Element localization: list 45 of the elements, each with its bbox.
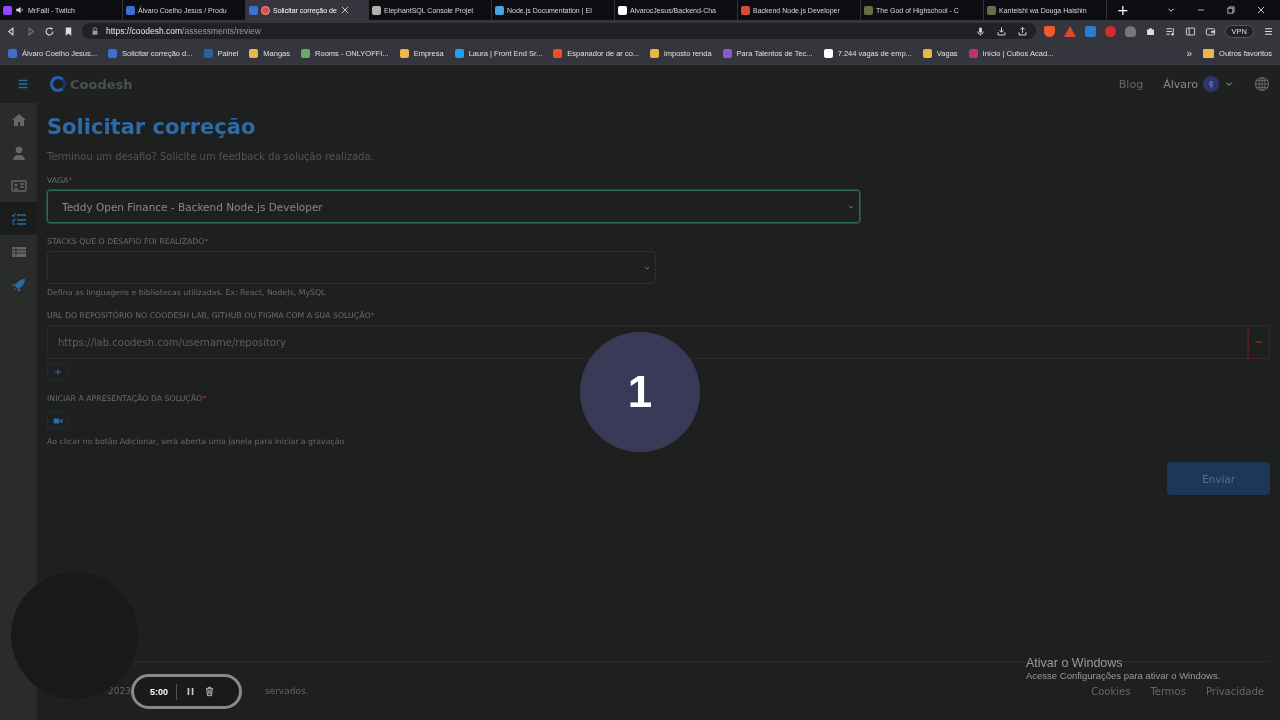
plus-icon xyxy=(52,366,63,377)
select-field[interactable]: Teddy Open Finance - Backend Node.js Developer xyxy=(47,190,860,223)
url-input[interactable]: https://lab.coodesh.com/username/repository xyxy=(47,325,1248,359)
url-text: https://coodesh.com/assessments/review xyxy=(106,26,261,36)
folder-icon xyxy=(1203,48,1215,58)
microphone-icon[interactable] xyxy=(974,25,986,37)
forward-icon[interactable] xyxy=(25,25,36,37)
close-icon[interactable] xyxy=(339,5,350,15)
playlist-icon[interactable] xyxy=(1164,25,1176,37)
trash-icon[interactable] xyxy=(204,686,215,697)
checklist-icon xyxy=(10,210,27,227)
new-tab-button[interactable]: + xyxy=(1107,0,1139,20)
sidebar-item[interactable] xyxy=(0,202,37,235)
shield-icon[interactable] xyxy=(1043,25,1055,37)
activation-text: Acesse Configurações para ativar o Windows. xyxy=(1026,670,1221,681)
wallet-icon[interactable] xyxy=(1204,25,1216,37)
recording-icon xyxy=(261,5,270,15)
home-icon xyxy=(10,111,27,128)
record-button[interactable] xyxy=(47,412,68,429)
id-card-icon xyxy=(10,177,27,194)
select-field[interactable] xyxy=(47,251,656,284)
more-bookmarks-button[interactable]: » xyxy=(1186,47,1193,59)
menu-icon[interactable] xyxy=(1263,25,1274,37)
pause-icon[interactable] xyxy=(185,686,196,697)
close-icon[interactable] xyxy=(1256,5,1266,15)
user-icon xyxy=(10,144,27,161)
page-title: Solicitar correção xyxy=(47,115,257,139)
record-icon[interactable] xyxy=(1104,25,1116,37)
sidebar-icon[interactable] xyxy=(1184,25,1196,37)
footer-text: 2023 xyxy=(108,686,131,696)
reload-icon[interactable] xyxy=(44,25,55,37)
address-bar[interactable]: https://coodesh.com/assessments/review xyxy=(82,23,1036,39)
bookmark-icon[interactable] xyxy=(63,25,74,37)
logo-icon xyxy=(50,76,66,92)
share-icon[interactable] xyxy=(1016,25,1028,37)
footer-text: servados. xyxy=(264,686,309,696)
rocket-icon xyxy=(10,276,27,293)
countdown-badge: 1 xyxy=(580,332,700,452)
globe-icon[interactable] xyxy=(1254,76,1270,92)
lock-icon xyxy=(90,26,100,36)
restore-icon[interactable] xyxy=(1226,5,1236,15)
activation-title: Ativar o Windows xyxy=(1026,656,1124,670)
timer-text: 5:00 xyxy=(150,686,168,697)
install-icon[interactable] xyxy=(995,25,1007,37)
back-icon[interactable] xyxy=(6,25,17,37)
